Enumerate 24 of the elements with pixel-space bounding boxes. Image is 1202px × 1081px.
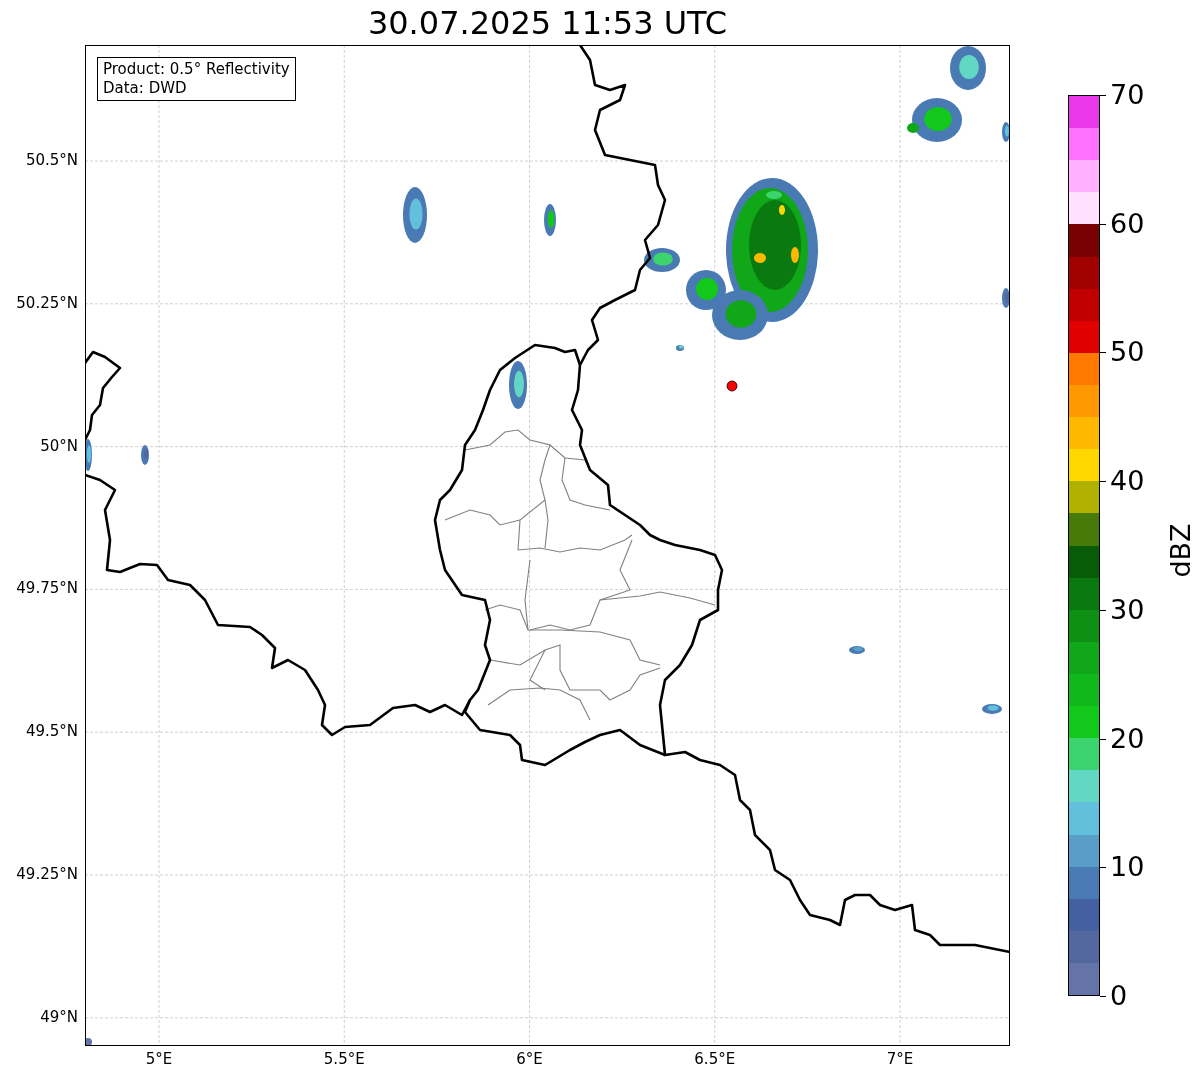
longitude-tick-label: 6.5°E — [693, 1052, 737, 1067]
colorbar-tick-label: 50 — [1110, 338, 1145, 366]
colorbar-tick-label: 20 — [1110, 724, 1145, 752]
longitude-tick-label: 6°E — [515, 1052, 544, 1067]
latitude-tick-label: 49°N — [40, 1009, 78, 1025]
latitude-tick-label: 49.5°N — [25, 724, 78, 740]
longitude-tick-label: 7°E — [885, 1052, 915, 1067]
info-text: Product: 0.5° Reflectivity — [103, 60, 290, 79]
latitude-tick-label: 50.5°N — [25, 153, 78, 168]
colorbar-tick-label: 10 — [1110, 853, 1145, 881]
longitude-tick-label: 5.5°E — [322, 1052, 366, 1067]
colorbar-tick-label: 30 — [1110, 595, 1145, 623]
colorbar-tick-label: 60 — [1110, 209, 1145, 237]
info-text: Data: DWD — [103, 79, 188, 98]
colorbar-tick-label: 0 — [1110, 982, 1128, 1009]
latitude-tick-label: 50.25°N — [16, 295, 78, 311]
colorbar-tick-label: 40 — [1110, 467, 1145, 495]
latitude-tick-label: 49.75°N — [16, 581, 78, 597]
colorbar-label: dBZ — [1166, 522, 1194, 578]
longitude-tick-label: 5°E — [144, 1052, 174, 1067]
latitude-tick-label: 50°N — [40, 438, 78, 454]
chart-title: 30.07.2025 11:53 UTC — [367, 6, 728, 39]
latitude-tick-label: 49.25°N — [16, 867, 78, 882]
colorbar-tick-label: 70 — [1110, 81, 1145, 108]
